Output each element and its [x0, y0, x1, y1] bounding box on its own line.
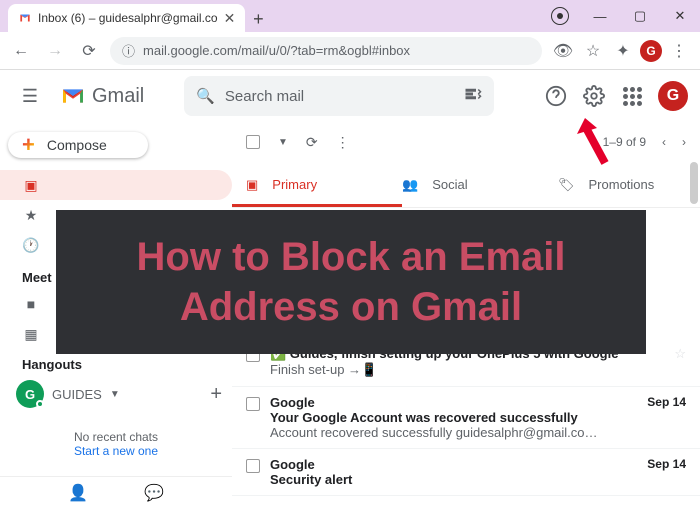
email-row[interactable]: Google Sep 14 Your Google Account was re…	[232, 387, 700, 449]
hangouts-tab-icon[interactable]: 💬	[144, 483, 164, 503]
tab-promotions[interactable]: 🏷 Promotions	[544, 177, 700, 193]
minimize-button[interactable]: ―	[580, 0, 620, 32]
tab-close-icon[interactable]: ✕	[224, 10, 236, 27]
clock-icon: 🕐	[22, 237, 40, 254]
select-all-checkbox[interactable]	[246, 135, 260, 149]
gmail-logo[interactable]: Gmail	[58, 85, 144, 108]
prev-page-icon[interactable]: ‹	[662, 135, 666, 149]
tab-title: Inbox (6) – guidesalphr@gmail.co	[38, 11, 218, 25]
search-bar[interactable]: 🔍 Search mail	[184, 76, 494, 116]
maximize-button[interactable]: ▢	[620, 0, 660, 32]
star-icon[interactable]: ☆	[674, 346, 686, 362]
hangouts-avatar: G	[16, 380, 44, 408]
next-page-icon[interactable]: ›	[682, 135, 686, 149]
search-placeholder: Search mail	[225, 88, 454, 105]
title-overlay: How to Block an Email Address on Gmail	[56, 210, 646, 354]
search-icon: 🔍	[196, 87, 215, 105]
new-tab-button[interactable]: +	[245, 6, 271, 32]
email-checkbox[interactable]	[246, 459, 260, 473]
email-row[interactable]: Google Sep 14 Security alert	[232, 449, 700, 496]
extensions-icon[interactable]: ✦	[610, 38, 636, 64]
toolbar: ▼ ⟳ ⋮ 1–9 of 9 ‹ ›	[232, 122, 700, 162]
url-text: mail.google.com/mail/u/0/?tab=rm&ogbl#in…	[143, 43, 410, 58]
help-icon[interactable]	[544, 84, 568, 108]
video-icon: ■	[22, 296, 40, 312]
gmail-brand-text: Gmail	[92, 85, 144, 108]
user-indicator-icon[interactable]	[540, 0, 580, 32]
pager-text: 1–9 of 9	[603, 135, 646, 149]
forward-button[interactable]: →	[42, 38, 68, 64]
keyboard-icon: ▦	[22, 326, 40, 343]
account-avatar[interactable]: G	[658, 81, 688, 111]
address-bar[interactable]: ⓘ mail.google.com/mail/u/0/?tab=rm&ogbl#…	[110, 37, 542, 65]
overlay-text: How to Block an Email Address on Gmail	[76, 232, 626, 332]
browser-tab[interactable]: Inbox (6) – guidesalphr@gmail.co ✕	[8, 4, 245, 32]
person-tab-icon[interactable]: 👤	[68, 483, 88, 503]
scrollbar[interactable]	[690, 162, 698, 204]
gmail-favicon	[18, 11, 32, 25]
inbox-icon: ▣	[22, 177, 40, 194]
email-checkbox[interactable]	[246, 397, 260, 411]
bookmark-icon[interactable]: ☆	[580, 38, 606, 64]
primary-icon: ▣	[246, 177, 258, 193]
select-dropdown-icon[interactable]: ▼	[278, 137, 288, 148]
promotions-icon: 🏷	[558, 177, 575, 193]
reload-button[interactable]: ⟳	[76, 38, 102, 64]
hangouts-username: GUIDES	[52, 387, 102, 402]
new-chat-button[interactable]: +	[210, 383, 222, 406]
close-window-button[interactable]: ✕	[660, 0, 700, 32]
search-options-icon[interactable]	[464, 85, 482, 107]
plus-icon: +	[22, 132, 35, 158]
start-chat-link[interactable]: Start a new one	[74, 444, 158, 458]
gmail-m-icon	[58, 85, 88, 107]
social-icon: 👥	[402, 177, 418, 193]
site-info-icon[interactable]: ⓘ	[122, 41, 135, 60]
profile-badge[interactable]: G	[640, 40, 662, 62]
category-tabs: ▣ Primary 👥 Social 🏷 Promotions	[232, 162, 700, 208]
browser-menu-icon[interactable]: ⋮	[666, 38, 692, 64]
back-button[interactable]: ←	[8, 38, 34, 64]
tab-social[interactable]: 👥 Social	[388, 177, 544, 193]
compose-label: Compose	[47, 137, 107, 153]
more-icon[interactable]: ⋮	[336, 134, 350, 151]
star-icon: ★	[22, 207, 40, 224]
main-menu-icon[interactable]: ☰	[12, 86, 48, 107]
settings-gear-icon[interactable]	[582, 84, 606, 108]
dropdown-icon[interactable]: ▼	[110, 389, 120, 400]
hangouts-user-row[interactable]: G GUIDES ▼ +	[0, 376, 232, 412]
compose-button[interactable]: + Compose	[8, 132, 148, 158]
refresh-icon[interactable]: ⟳	[306, 134, 318, 151]
tab-primary[interactable]: ▣ Primary	[232, 177, 388, 193]
no-chats-message: No recent chats Start a new one	[0, 412, 232, 476]
eye-icon[interactable]: 👁	[550, 38, 576, 64]
sidebar-inbox[interactable]: ▣	[0, 170, 232, 200]
status-dot-icon	[36, 400, 44, 408]
google-apps-icon[interactable]	[620, 84, 644, 108]
